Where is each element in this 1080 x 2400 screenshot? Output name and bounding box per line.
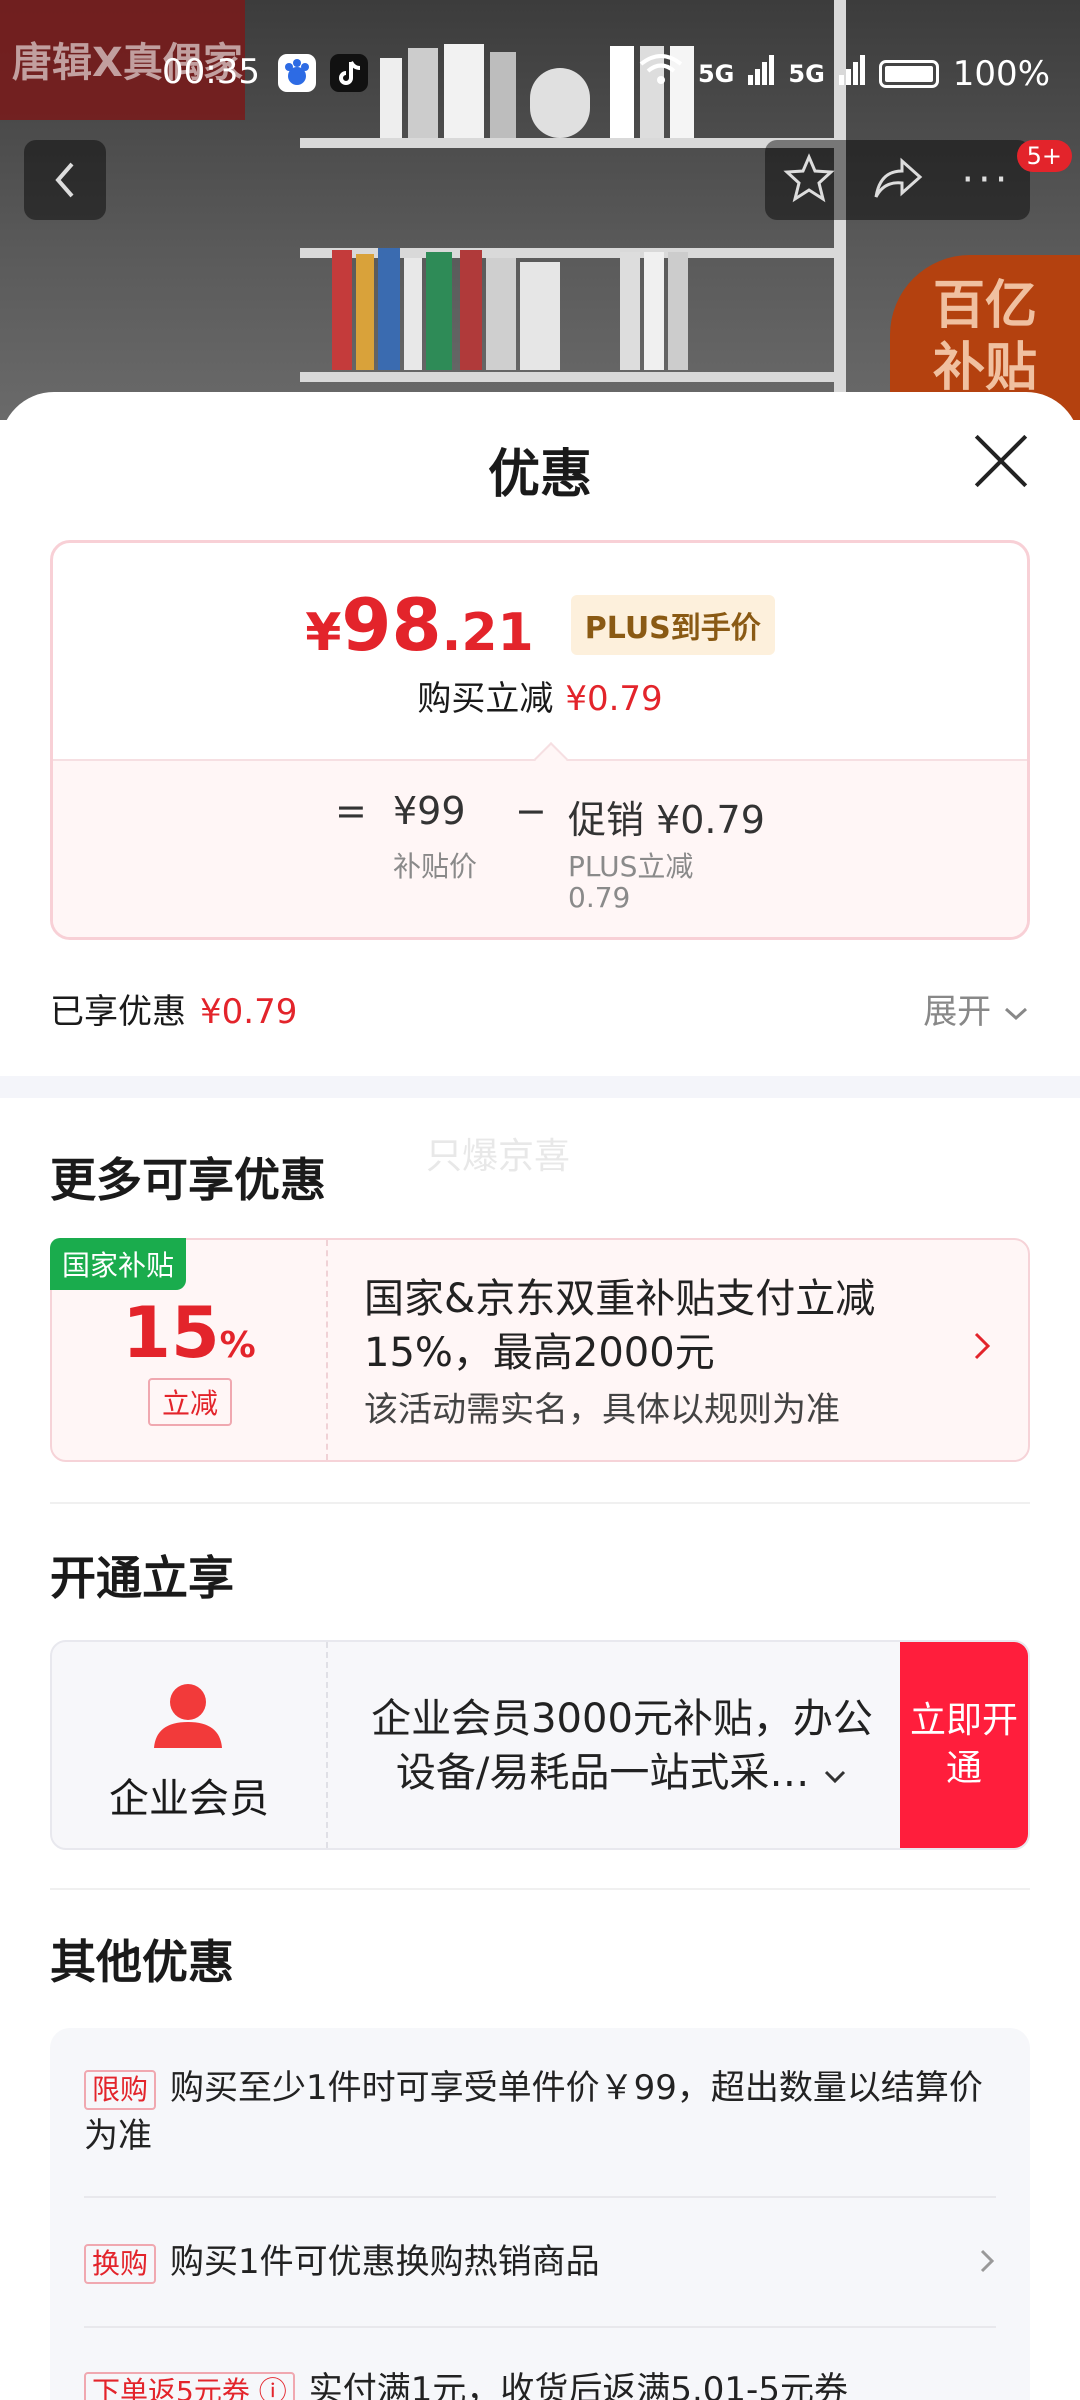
- subsidy-badge-line2: 补贴: [932, 338, 1037, 398]
- list-item: 限购 购买至少1件时可享受单件价￥99，超出数量以结算价为准: [84, 2064, 996, 2160]
- reduce-label: 购买立减: [417, 679, 554, 719]
- member-description[interactable]: 企业会员3000元补贴，办公设备/易耗品一站式采…: [352, 1692, 892, 1800]
- coupon-left-panel: 国家补贴 15% 立减: [50, 1238, 328, 1460]
- favorite-star-icon[interactable]: [783, 153, 836, 207]
- more-offers-title: 更多可享优惠: [50, 1153, 326, 1207]
- divider: [50, 1888, 1030, 1890]
- notification-badge: 5+: [1016, 140, 1072, 172]
- price-card: ¥98.21 PLUS到手价 购买立减 ¥0.79 = ¥99 补贴价 − 促销 …: [50, 540, 1030, 940]
- chevron-right-icon: [972, 1326, 992, 1372]
- reduce-row: 购买立减 ¥0.79: [53, 671, 1027, 720]
- status-time: 00:35: [162, 52, 260, 92]
- chevron-left-icon: [55, 162, 74, 198]
- section-separator: [0, 1076, 1080, 1098]
- enjoyed-label: 已享优惠: [50, 992, 186, 1032]
- signal-5g-label-1: 5G: [697, 59, 735, 88]
- back-button[interactable]: [24, 140, 106, 220]
- divider: [50, 1502, 1030, 1504]
- signal-bars-icon: [748, 54, 775, 94]
- sheet-title: 优惠: [487, 445, 592, 505]
- list-item[interactable]: 换购 购买1件可优惠换购热销商品: [84, 2238, 996, 2286]
- coupon-flag: 国家补贴: [50, 1238, 187, 1290]
- formula-minus: −: [515, 789, 547, 833]
- national-subsidy-coupon[interactable]: 国家补贴 15% 立减 国家&京东双重补贴支付立减15%，最高2000元 该活动…: [50, 1238, 1030, 1462]
- coupon-note: 该活动需实名，具体以规则为准: [364, 1390, 840, 1430]
- battery-icon: [878, 59, 939, 88]
- top-action-group: ···: [765, 140, 1030, 220]
- coupon-sub-label: 立减: [148, 1378, 233, 1426]
- divider: [84, 2326, 996, 2328]
- price-currency: ¥: [305, 603, 342, 663]
- coupon-percent-value: 15: [122, 1292, 220, 1374]
- watermark-text: 只爆京喜: [426, 1136, 571, 1177]
- more-icon[interactable]: ···: [961, 157, 1011, 203]
- signal-bars-icon: [838, 54, 865, 94]
- offer-tag: 下单返5元券 ⓘ: [84, 2371, 295, 2400]
- enjoyed-discount: 已享优惠 ¥0.79: [50, 984, 297, 1033]
- plus-price-tag: PLUS到手价: [570, 595, 775, 655]
- member-description-text: 企业会员3000元补贴，办公设备/易耗品一站式采…: [371, 1696, 873, 1796]
- offer-text: 购买1件可优惠换购热销商品: [170, 2242, 600, 2282]
- baidu-app-icon: [278, 54, 316, 92]
- offer-text: 购买至少1件时可享受单件价￥99，超出数量以结算价为准: [84, 2068, 983, 2156]
- coupon-percent-sign: %: [219, 1325, 256, 1366]
- chevron-down-icon: [1004, 1007, 1028, 1021]
- open-now-button[interactable]: 立即开通: [900, 1642, 1028, 1848]
- promo-label: 促销 ¥0.79: [568, 798, 765, 842]
- final-price: ¥98.21: [305, 583, 559, 667]
- shelf-board: [300, 372, 840, 382]
- signal-5g-label-2: 5G: [788, 59, 825, 88]
- status-bar: 00:35 5G 5G 100%: [0, 0, 1080, 150]
- offer-tag: 限购: [84, 2069, 157, 2110]
- other-offers-title: 其他优惠: [50, 1935, 234, 1989]
- member-label: 企业会员: [109, 1776, 269, 1822]
- divider: [84, 2196, 996, 2198]
- wifi-icon: [638, 52, 684, 95]
- enterprise-member-card: 企业会员 企业会员3000元补贴，办公设备/易耗品一站式采… 立即开通: [50, 1640, 1030, 1850]
- price-integer: 98: [341, 583, 442, 667]
- reduce-amount: ¥0.79: [565, 679, 663, 719]
- offer-text: 实付满1元，收货后返满5.01-5元券: [308, 2370, 848, 2400]
- status-right-cluster: 5G 5G 100%: [638, 52, 1050, 95]
- books-row-bottom: [320, 240, 820, 370]
- chevron-down-icon: [825, 1770, 846, 1784]
- member-left-panel: 企业会员: [52, 1642, 328, 1848]
- formula-equals: =: [335, 789, 367, 833]
- list-item[interactable]: 下单返5元券 ⓘ 实付满1元，收货后返满5.01-5元券: [84, 2366, 996, 2400]
- price-decimal: .21: [441, 603, 534, 663]
- close-button[interactable]: [972, 432, 1030, 490]
- other-offers-list: 限购 购买至少1件时可享受单件价￥99，超出数量以结算价为准 换购 购买1件可优惠换…: [50, 2028, 1030, 2400]
- offer-tag: 换购: [84, 2243, 157, 2284]
- base-price: ¥99: [393, 789, 466, 833]
- offers-sheet: 优惠 ¥98.21 PLUS到手价 购买立减 ¥0.79 = ¥99 补贴价 − …: [0, 392, 1080, 2400]
- promo-detail: PLUS立减: [568, 850, 694, 883]
- price-breakdown: = ¥99 补贴价 − 促销 ¥0.79 PLUS立减 0.79: [53, 759, 1027, 937]
- open-enjoy-title: 开通立享: [50, 1551, 234, 1605]
- price-card-top: ¥98.21 PLUS到手价 购买立减 ¥0.79: [53, 543, 1027, 759]
- enjoyed-amount: ¥0.79: [200, 992, 298, 1032]
- user-icon: [154, 1684, 222, 1748]
- tiktok-app-icon: [330, 54, 368, 92]
- coupon-description: 国家&京东双重补贴支付立减15%，最高2000元: [364, 1276, 876, 1376]
- chevron-right-icon: [978, 2240, 996, 2288]
- expand-label: 展开: [923, 992, 992, 1032]
- share-icon[interactable]: [872, 155, 924, 205]
- coupon-percent: 15%: [52, 1292, 326, 1374]
- promo-detail-amount: 0.79: [568, 881, 631, 914]
- base-price-label: 补贴价: [393, 850, 478, 883]
- battery-percent: 100%: [952, 53, 1050, 94]
- subsidy-badge-line1: 百亿: [932, 276, 1037, 336]
- final-price-row: ¥98.21 PLUS到手价: [53, 583, 1027, 667]
- expand-button[interactable]: 展开: [923, 984, 1030, 1033]
